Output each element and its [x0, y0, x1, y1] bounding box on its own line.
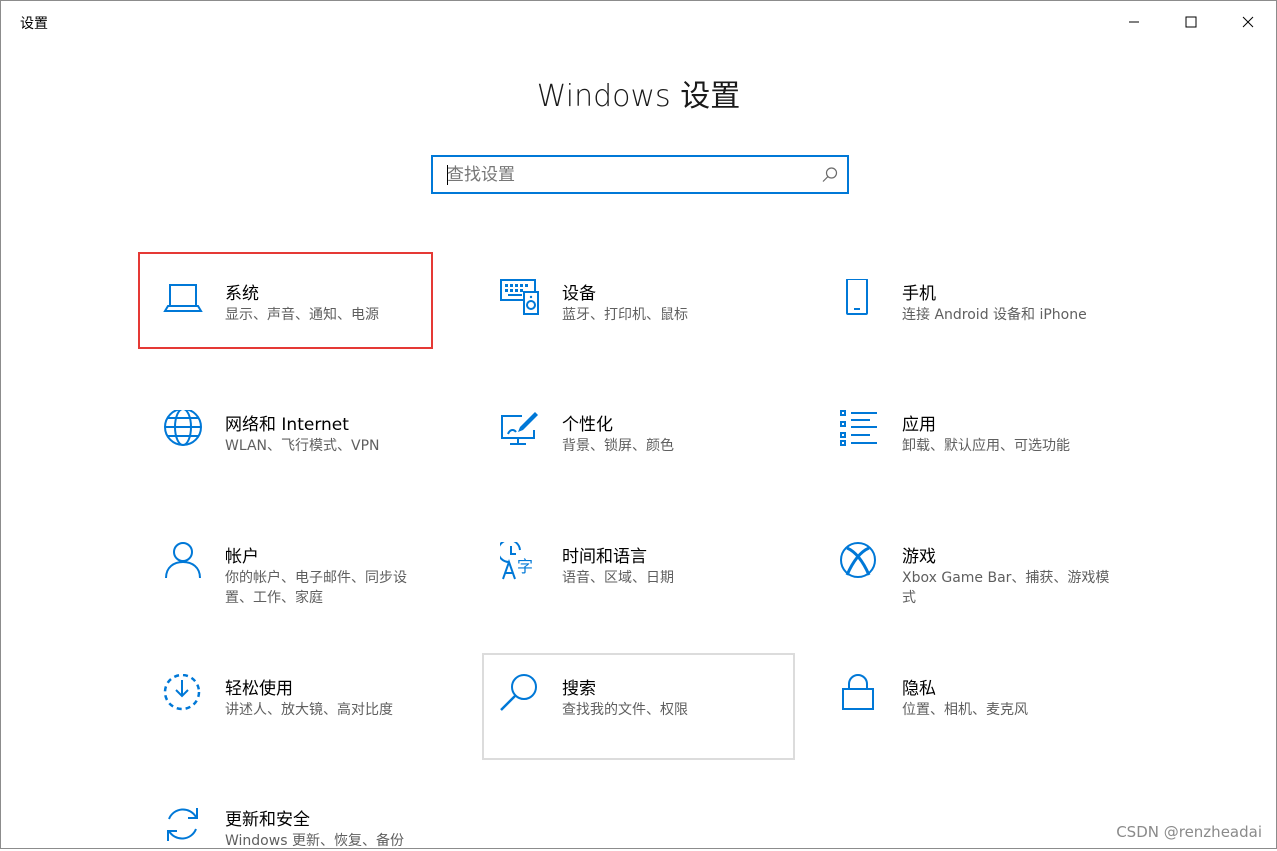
tile-time-language[interactable]: 字 时间和语言 语音、区域、日期 — [500, 542, 765, 602]
tile-title: 设备 — [562, 284, 596, 304]
tile-title: 手机 — [902, 284, 936, 304]
tile-ease-of-access[interactable]: 轻松使用 讲述人、放大镜、高对比度 — [163, 674, 428, 734]
tile-phone[interactable]: 手机 连接 Android 设备和 iPhone — [840, 279, 1120, 339]
tile-title: 隐私 — [902, 679, 936, 699]
search-input[interactable] — [447, 157, 807, 192]
tile-title: 个性化 — [562, 415, 613, 435]
devices-icon — [500, 279, 539, 315]
page-title: Windows 设置 — [536, 79, 741, 114]
tile-network[interactable]: 网络和 Internet WLAN、飞行模式、VPN — [163, 410, 428, 470]
tile-system[interactable]: 系统 显示、声音、通知、电源 — [163, 279, 428, 339]
xbox-icon — [840, 542, 876, 578]
person-icon — [165, 542, 201, 579]
tile-description: 查找我的文件、权限 — [562, 702, 688, 718]
minimize-button[interactable] — [1105, 1, 1162, 43]
laptop-icon — [163, 284, 203, 312]
time-language-icon: 字 — [500, 542, 533, 580]
personalization-icon — [501, 412, 538, 445]
minimize-icon — [1128, 21, 1139, 23]
tile-description: Windows 更新、恢复、备份 — [225, 833, 404, 849]
tile-gaming[interactable]: 游戏 Xbox Game Bar、捕获、游戏模式 — [840, 542, 1120, 612]
tile-description: 背景、锁屏、颜色 — [562, 438, 674, 454]
tile-description: 你的帐户、电子邮件、同步设置、工作、家庭 — [225, 570, 407, 606]
phone-icon — [846, 279, 868, 315]
close-button[interactable] — [1219, 1, 1276, 43]
tile-title: 更新和安全 — [225, 810, 310, 830]
tile-description: 卸载、默认应用、可选功能 — [902, 438, 1070, 454]
maximize-icon — [1185, 16, 1196, 28]
search-box[interactable] — [431, 155, 849, 194]
ease-of-access-icon — [163, 674, 201, 711]
search-button[interactable] — [821, 166, 839, 184]
tile-description: 连接 Android 设备和 iPhone — [902, 307, 1087, 323]
lock-icon — [842, 674, 874, 710]
tile-devices[interactable]: 设备 蓝牙、打印机、鼠标 — [500, 279, 765, 339]
tile-title: 应用 — [902, 415, 936, 435]
tile-personalization[interactable]: 个性化 背景、锁屏、颜色 — [500, 410, 765, 470]
magnifier-icon — [500, 674, 537, 711]
sync-icon — [167, 808, 198, 841]
tile-privacy[interactable]: 隐私 位置、相机、麦克风 — [840, 674, 1120, 734]
tile-description: 蓝牙、打印机、鼠标 — [562, 307, 688, 323]
tile-search[interactable]: 搜索 查找我的文件、权限 — [500, 674, 765, 734]
watermark: CSDN @renzheadai — [1116, 823, 1262, 841]
apps-list-icon — [840, 410, 877, 446]
tile-title: 系统 — [225, 284, 259, 304]
search-icon — [822, 167, 838, 182]
svg-text:字: 字 — [517, 557, 533, 576]
maximize-button[interactable] — [1162, 1, 1219, 43]
tile-description: WLAN、飞行模式、VPN — [225, 438, 380, 454]
title-bar[interactable]: 设置 — [1, 1, 1276, 43]
settings-window: 设置 Windows 设置 系统 显示、声音、通知、电源 — [0, 0, 1277, 849]
tile-update-security[interactable]: 更新和安全 Windows 更新、恢复、备份 — [163, 805, 443, 849]
tile-description: 位置、相机、麦克风 — [902, 702, 1028, 718]
tile-apps[interactable]: 应用 卸载、默认应用、可选功能 — [840, 410, 1120, 470]
tile-accounts[interactable]: 帐户 你的帐户、电子邮件、同步设置、工作、家庭 — [163, 542, 428, 612]
tile-title: 时间和语言 — [562, 547, 647, 567]
tile-title: 网络和 Internet — [225, 415, 349, 435]
tile-description: 语音、区域、日期 — [562, 570, 674, 586]
tile-description: 显示、声音、通知、电源 — [225, 307, 379, 323]
close-icon — [1242, 16, 1253, 28]
tile-title: 游戏 — [902, 547, 936, 567]
window-title: 设置 — [20, 16, 48, 32]
globe-icon — [164, 410, 202, 446]
tile-title: 搜索 — [562, 679, 596, 699]
tile-description: 讲述人、放大镜、高对比度 — [225, 702, 393, 718]
tile-description: Xbox Game Bar、捕获、游戏模式 — [902, 570, 1110, 606]
tile-title: 帐户 — [225, 547, 259, 567]
tile-title: 轻松使用 — [225, 679, 293, 699]
